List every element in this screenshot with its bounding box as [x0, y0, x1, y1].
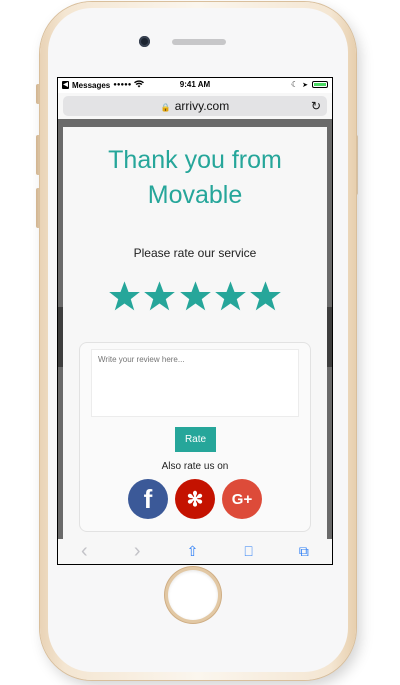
- home-button[interactable]: [168, 570, 218, 620]
- browser-url-bar: 🔒 arrivy.com ↻: [58, 93, 332, 119]
- address-field[interactable]: 🔒 arrivy.com ↻: [63, 96, 327, 116]
- review-card: Rate Also rate us on f ✻ G+: [79, 342, 311, 532]
- reload-icon[interactable]: ↻: [311, 96, 321, 116]
- battery-icon: [312, 81, 328, 88]
- star-4-icon[interactable]: [214, 280, 247, 312]
- earpiece-speaker: [172, 39, 226, 45]
- star-5-icon[interactable]: [249, 280, 282, 312]
- modal-title: Thank you from Movable: [63, 143, 327, 213]
- phone-screen: ◀ Messages ●●●●● 9:41 AM ☾ ➤ 🔒 arrivy.com…: [57, 77, 333, 565]
- moon-icon: ☾: [290, 80, 299, 89]
- bookmarks-icon[interactable]: ⎕: [244, 543, 252, 560]
- star-3-icon[interactable]: [179, 280, 212, 312]
- also-rate-label: Also rate us on: [161, 461, 229, 472]
- forward-arrow-icon[interactable]: ›: [134, 540, 141, 563]
- page-overlay: Thank you from Movable Please rate our s…: [58, 119, 332, 539]
- share-icon[interactable]: ⇧: [187, 543, 199, 560]
- yelp-icon[interactable]: ✻: [175, 479, 215, 519]
- social-buttons: f ✻ G+: [128, 479, 262, 519]
- google-plus-icon[interactable]: G+: [222, 479, 262, 519]
- rate-label: Please rate our service: [133, 246, 257, 260]
- star-2-icon[interactable]: [143, 280, 176, 312]
- front-camera: [139, 36, 150, 47]
- title-line-1: Thank you from: [108, 146, 282, 174]
- browser-toolbar: ‹ › ⇧ ⎕ ⧉: [58, 539, 332, 564]
- star-1-icon[interactable]: [108, 280, 141, 312]
- back-arrow-icon[interactable]: ‹: [81, 540, 88, 563]
- title-line-2: Movable: [147, 181, 243, 209]
- url-text: arrivy.com: [174, 99, 230, 113]
- facebook-icon[interactable]: f: [128, 479, 168, 519]
- rate-button[interactable]: Rate: [175, 427, 216, 452]
- tabs-icon[interactable]: ⧉: [299, 543, 309, 560]
- location-icon: ➤: [302, 81, 308, 89]
- status-bar: ◀ Messages ●●●●● 9:41 AM ☾ ➤: [58, 78, 332, 93]
- lock-icon: 🔒: [160, 103, 171, 112]
- review-input[interactable]: [91, 349, 299, 417]
- star-rating[interactable]: [108, 280, 282, 312]
